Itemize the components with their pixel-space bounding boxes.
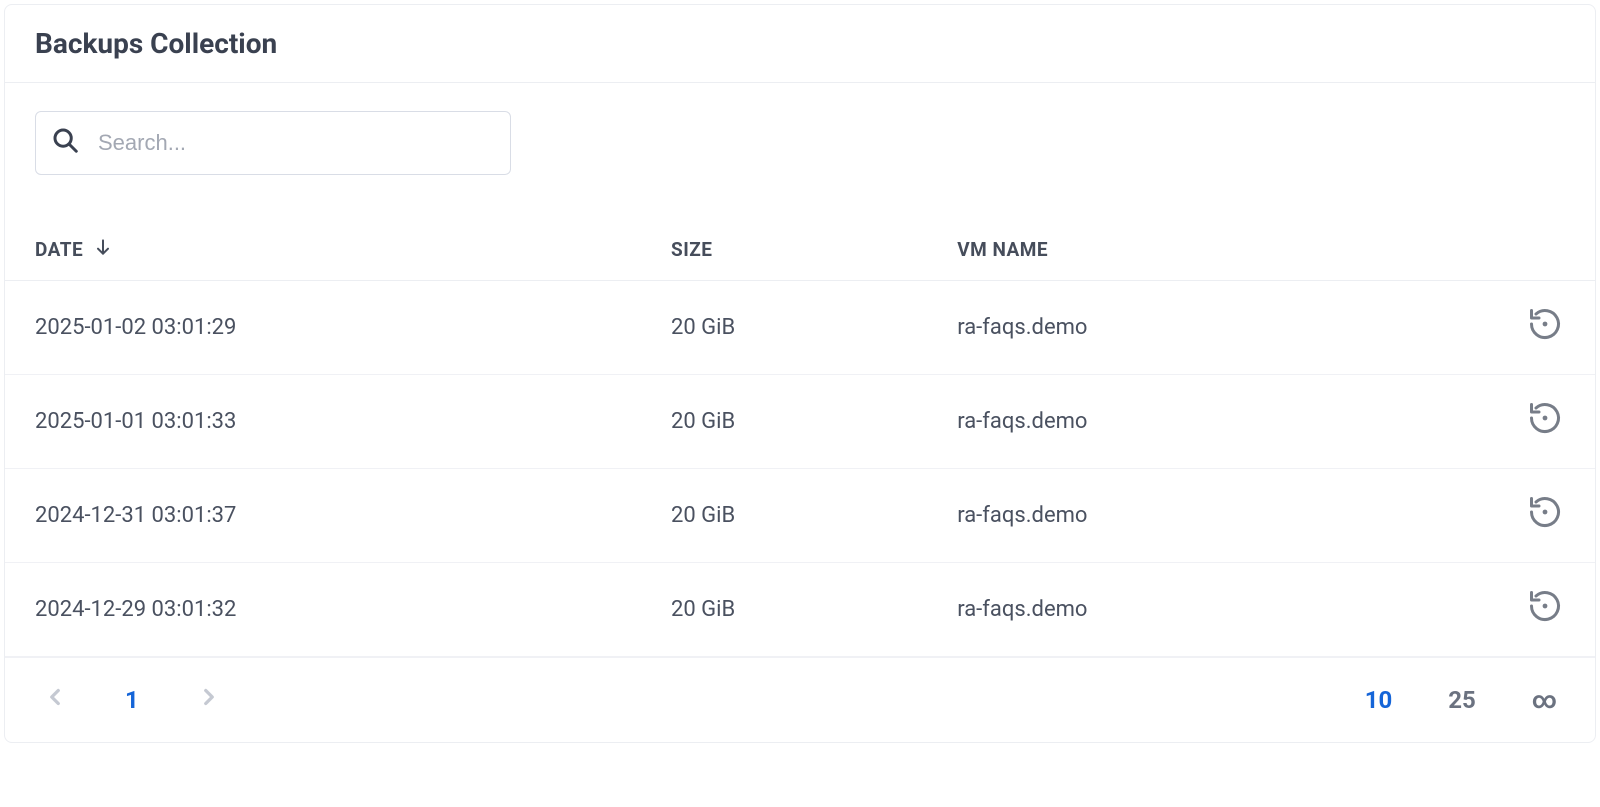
cell-vm: ra-faqs.demo [927,375,1468,469]
backups-table: DATE SIZE VM NAME 2025-01-02 03:01:2920 … [5,219,1595,657]
restore-button[interactable] [1525,495,1565,535]
page-title: Backups Collection [35,27,1565,60]
table-row: 2025-01-01 03:01:3320 GiBra-faqs.demo [5,375,1595,469]
chevron-right-icon [196,684,222,716]
chevron-left-icon [42,684,68,716]
sort-desc-icon [93,237,113,262]
restore-icon [1527,588,1563,630]
prev-page-button[interactable] [35,680,75,720]
pager-nav: 1 [35,680,229,720]
cell-actions [1468,281,1595,375]
cell-date: 2025-01-01 03:01:33 [5,375,641,469]
table-row: 2024-12-29 03:01:3220 GiBra-faqs.demo [5,563,1595,657]
cell-date: 2024-12-29 03:01:32 [5,563,641,657]
card-header: Backups Collection [5,5,1595,83]
restore-icon [1527,494,1563,536]
table-row: 2025-01-02 03:01:2920 GiBra-faqs.demo [5,281,1595,375]
cell-vm: ra-faqs.demo [927,281,1468,375]
cell-actions [1468,375,1595,469]
col-header-vm[interactable]: VM NAME [927,219,1468,281]
cell-actions [1468,469,1595,563]
col-header-date-label: DATE [35,238,83,261]
page-number-current[interactable]: 1 [115,682,149,718]
col-header-size[interactable]: SIZE [641,219,927,281]
restore-icon [1527,306,1563,348]
search-input[interactable] [96,129,496,157]
backups-card: Backups Collection DATE [4,4,1596,743]
page-size-options: 10 25 ∞ [1357,682,1565,718]
cell-date: 2025-01-02 03:01:29 [5,281,641,375]
cell-actions [1468,563,1595,657]
cell-size: 20 GiB [641,469,927,563]
col-header-actions [1468,219,1595,281]
cell-vm: ra-faqs.demo [927,563,1468,657]
table-row: 2024-12-31 03:01:3720 GiBra-faqs.demo [5,469,1595,563]
restore-button[interactable] [1525,401,1565,441]
pager: 1 10 25 ∞ [5,657,1595,742]
page-size-option[interactable]: ∞ [1524,682,1565,718]
restore-button[interactable] [1525,589,1565,629]
search-icon [50,125,80,161]
restore-icon [1527,400,1563,442]
cell-date: 2024-12-31 03:01:37 [5,469,641,563]
next-page-button[interactable] [189,680,229,720]
table-header-row: DATE SIZE VM NAME [5,219,1595,281]
search-box[interactable] [35,111,511,175]
col-header-date[interactable]: DATE [5,219,641,281]
cell-size: 20 GiB [641,281,927,375]
page-size-option[interactable]: 10 [1357,682,1401,718]
cell-vm: ra-faqs.demo [927,469,1468,563]
restore-button[interactable] [1525,307,1565,347]
cell-size: 20 GiB [641,563,927,657]
search-section [5,83,1595,219]
page-size-option[interactable]: 25 [1440,682,1484,718]
cell-size: 20 GiB [641,375,927,469]
